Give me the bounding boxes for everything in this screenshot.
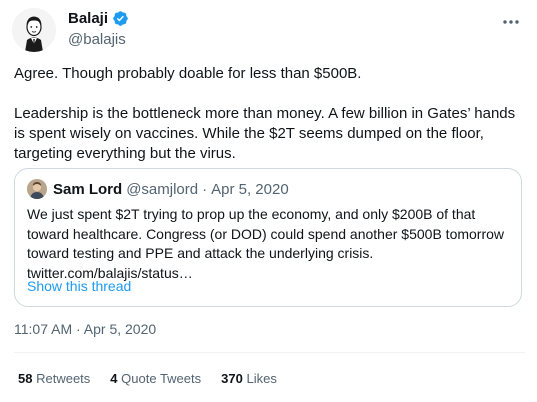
author-handle[interactable]: @balajis [68,31,126,48]
author-display-name[interactable]: Balaji [68,10,108,27]
verified-badge-icon [112,10,129,27]
likes-count: 370 [221,371,243,386]
author-avatar[interactable] [12,8,56,52]
quote-tweets-stat[interactable]: 4 Quote Tweets [110,371,201,386]
quoted-author-avatar [27,179,47,199]
tweet-paragraph: Leadership is the bottleneck more than m… [14,105,516,162]
quoted-tweet-card[interactable]: Sam Lord @samjlord · Apr 5, 2020 We just… [14,168,522,307]
tweet-header: Balaji @balajis [12,8,525,56]
author-name-row: Balaji [68,10,129,27]
retweets-label: Retweets [36,371,91,386]
quoted-author-handle: @samjlord [126,180,199,198]
quoted-author-name: Sam Lord [53,180,123,198]
show-thread-link[interactable]: Show this thread [27,278,131,294]
retweets-count: 58 [18,371,33,386]
likes-stat[interactable]: 370 Likes [221,371,277,386]
quote-tweets-count: 4 [110,371,118,386]
tweet-timestamp[interactable]: 11:07 AM · Apr 5, 2020 [14,321,156,337]
more-options-icon[interactable] [501,12,521,32]
quoted-date: Apr 5, 2020 [211,180,289,198]
tweet-body: Agree. Though probably doable for less t… [14,64,526,164]
retweets-stat[interactable]: 58 Retweets [18,371,90,386]
quote-tweets-label: Quote Tweets [121,371,202,386]
quoted-separator: · [202,180,208,198]
likes-label: Likes [246,371,277,386]
divider [14,352,525,353]
quoted-tweet-header: Sam Lord @samjlord · Apr 5, 2020 [27,179,289,199]
tweet-paragraph: Agree. Though probably doable for less t… [14,65,362,82]
engagement-stats: 58 Retweets 4 Quote Tweets 370 Likes [18,371,297,386]
quoted-tweet-text: We just spent $2T trying to prop up the … [27,206,505,281]
